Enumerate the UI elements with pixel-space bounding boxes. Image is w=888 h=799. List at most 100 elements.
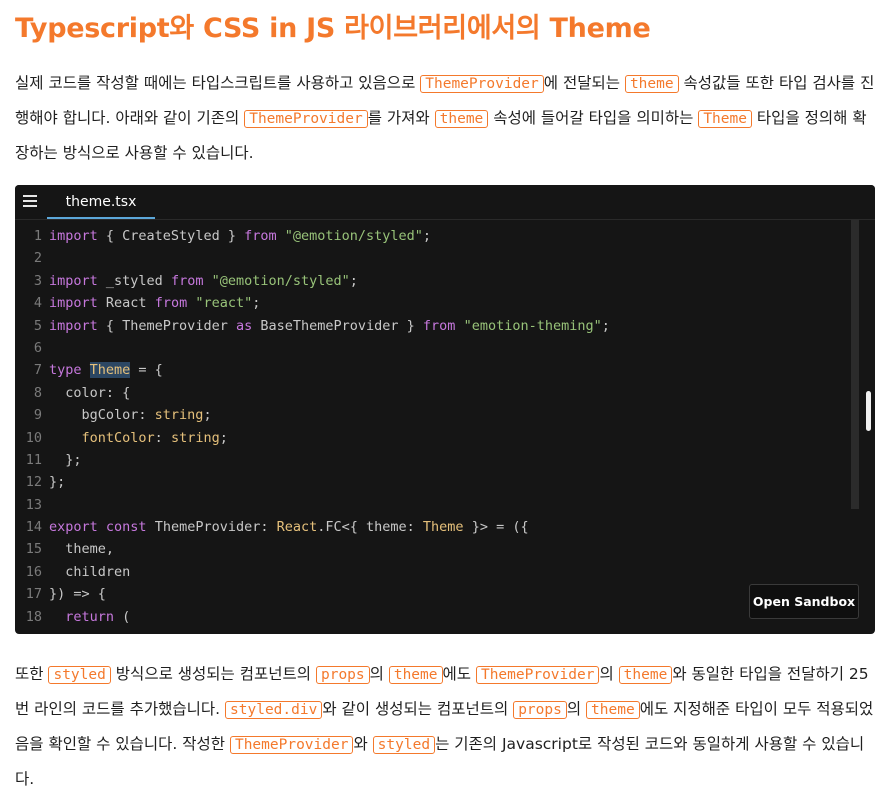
token: fontColor — [49, 429, 155, 446]
line-number: 1 — [33, 228, 42, 244]
line-number: 10 — [25, 429, 42, 446]
token: .FC<{ theme: — [317, 519, 423, 536]
inline-code: Theme — [698, 110, 752, 128]
inline-code: theme — [434, 110, 489, 128]
token: return — [49, 608, 115, 625]
token: type — [49, 362, 82, 379]
token: BaseThemeProvider } — [252, 317, 423, 334]
inline-code: theme — [618, 666, 673, 684]
token: import — [49, 295, 98, 312]
token: const — [105, 519, 147, 536]
token: }) => { — [49, 586, 106, 603]
code-line: 15 theme, — [15, 538, 875, 560]
token: string — [154, 407, 204, 424]
line-number: 2 — [33, 250, 42, 267]
inline-code: ThemeProvider — [229, 736, 354, 754]
token: export — [49, 519, 98, 536]
token: Theme — [422, 519, 464, 536]
code-line: 3 import _styled from "@emotion/styled"; — [15, 270, 875, 292]
code-line: 13 — [15, 494, 875, 516]
line-number: 15 — [25, 541, 42, 558]
line-number: 8 — [33, 384, 42, 401]
text: 또한 — [15, 665, 44, 683]
hamburger-menu-icon[interactable] — [23, 195, 37, 207]
line-number: 16 — [25, 563, 42, 580]
token: ( — [114, 608, 131, 625]
code-line: 10 fontColor: string; — [15, 427, 875, 449]
editor-tab-bar: theme.tsx — [15, 185, 875, 220]
line-number: 13 — [25, 496, 42, 513]
token: }; — [49, 451, 82, 468]
editor-scrollbar-thumb[interactable] — [866, 391, 871, 431]
token: theme, — [49, 541, 115, 558]
token: "emotion-theming" — [463, 317, 602, 334]
code-line: 17 }) => { — [15, 583, 875, 605]
token: = { — [130, 362, 163, 379]
token: string — [170, 429, 220, 446]
token: from — [244, 228, 277, 244]
code-area[interactable]: 1 import { CreateStyled } from "@emotion/… — [15, 225, 875, 634]
token: from — [422, 317, 456, 334]
token: ; — [422, 228, 432, 244]
inline-code: theme — [624, 75, 679, 93]
token-highlighted: Theme — [89, 362, 131, 379]
page-title: Typescript와 CSS in JS 라이브러리에서의 Theme — [15, 13, 651, 44]
inline-code: theme — [586, 701, 640, 719]
text: 실제 코드를 작성할 때에는 타입스크립트를 사용하고 있음으로 — [15, 74, 416, 92]
code-line: 11 }; — [15, 449, 875, 471]
token: ; — [203, 407, 212, 424]
line-number: 17 — [25, 586, 42, 603]
token: ; — [219, 429, 228, 446]
token: _styled — [97, 272, 171, 289]
inline-code: props — [315, 666, 370, 684]
token: bgColor: — [49, 407, 155, 424]
line-number: 3 — [33, 272, 42, 289]
line-number: 18 — [25, 608, 42, 625]
token: "@emotion/styled" — [211, 272, 350, 289]
text: 를 가져와 — [367, 109, 430, 127]
inline-code: ThemeProvider — [420, 75, 544, 93]
text: 와 같이 생성되는 컴포넌트의 — [322, 700, 509, 718]
token: React — [276, 519, 318, 536]
line-number: 5 — [33, 317, 42, 334]
code-line: 4 import React from "react"; — [15, 292, 875, 314]
text: 와 — [353, 735, 368, 753]
inline-code: styled — [372, 736, 436, 754]
token: "react" — [195, 295, 253, 312]
tab-theme-tsx[interactable]: theme.tsx — [47, 185, 155, 219]
text: 에도 — [442, 665, 472, 683]
code-line: 18 return ( — [15, 606, 875, 628]
inline-code: props — [513, 701, 567, 719]
code-line: 5 import { ThemeProvider as BaseThemeProv… — [15, 315, 875, 337]
token: ThemeProvider: — [146, 519, 277, 536]
line-number: 14 — [25, 519, 42, 536]
token: from — [154, 295, 188, 312]
inline-code: ThemeProvider — [475, 666, 600, 684]
token: }; — [49, 474, 66, 491]
line-number: 12 — [25, 474, 42, 491]
code-sandbox-embed: theme.tsx 1 import { CreateStyled } from … — [15, 185, 875, 634]
code-line: 8 color: { — [15, 382, 875, 404]
token: ; — [252, 295, 261, 312]
token: { ThemeProvider — [97, 317, 236, 334]
code-line: 16 children — [15, 561, 875, 583]
token: color: { — [49, 384, 131, 401]
open-sandbox-button[interactable]: Open Sandbox — [749, 584, 859, 619]
text: 속성에 들어갈 타입을 의미하는 — [493, 109, 694, 127]
editor-scrollbar-track[interactable] — [851, 219, 859, 509]
line-number: 4 — [33, 295, 42, 312]
text: 의 — [599, 665, 614, 683]
inline-code: ThemeProvider — [244, 110, 368, 128]
token: "@emotion/styled" — [284, 228, 423, 244]
text: 에 전달되는 — [543, 74, 620, 92]
line-number: 6 — [33, 339, 42, 356]
token: ; — [349, 272, 358, 289]
code-line: 2 — [15, 247, 875, 269]
token: React — [97, 295, 155, 312]
token: import — [49, 317, 98, 334]
